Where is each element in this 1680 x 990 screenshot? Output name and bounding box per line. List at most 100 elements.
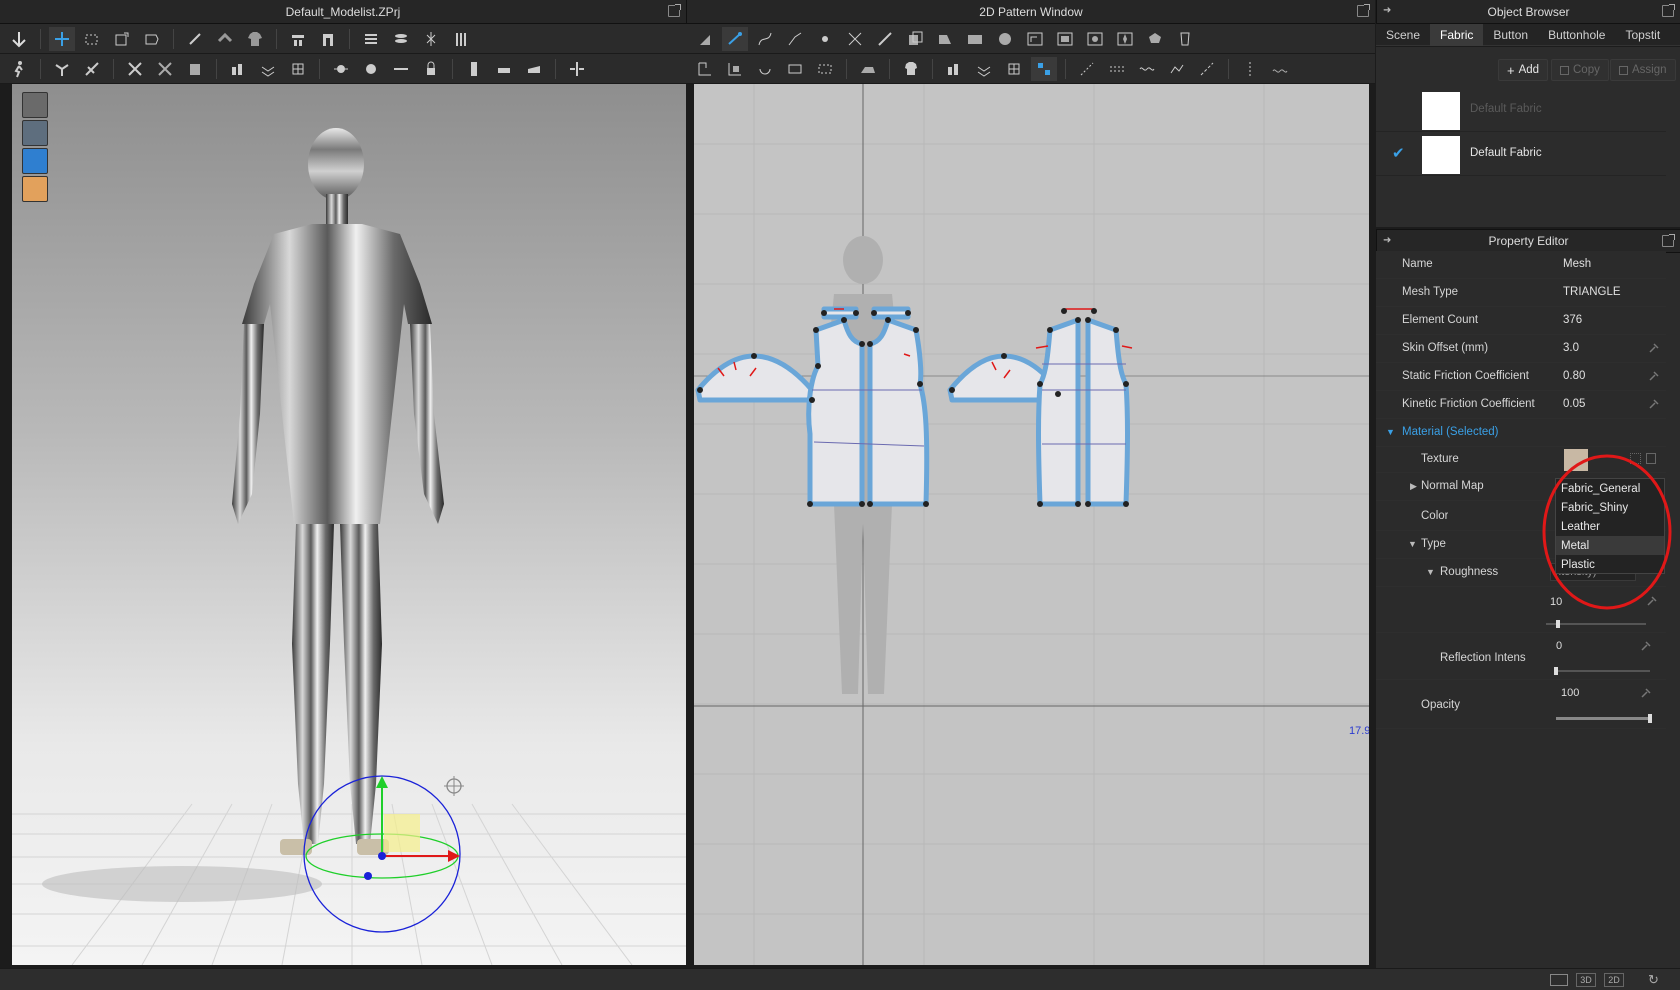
camera-target-icon[interactable] (444, 776, 464, 796)
collapse-arrow-icon[interactable]: ➜ (1383, 235, 1391, 246)
opacity-slider-track[interactable] (1556, 714, 1652, 723)
mesh-icon[interactable] (285, 57, 311, 81)
texture-display-icon[interactable] (22, 148, 48, 174)
topstitch-icon[interactable] (1074, 57, 1100, 81)
line-icon[interactable] (388, 57, 414, 81)
pucker-icon[interactable] (1164, 57, 1190, 81)
internal-rectangle-icon[interactable] (1052, 27, 1078, 51)
zipper-icon[interactable] (448, 27, 474, 51)
property-row-static-friction[interactable]: Static Friction Coefficient 0.80 (1376, 363, 1666, 391)
iron-icon[interactable] (855, 57, 881, 81)
symmetric-icon[interactable] (418, 27, 444, 51)
grid-2d-icon[interactable] (1001, 57, 1027, 81)
tab-topstitch[interactable]: Topstit (1615, 24, 1670, 46)
internal-circle-icon[interactable] (1082, 27, 1108, 51)
dashed-line-icon[interactable] (1104, 57, 1130, 81)
buttonhole-icon[interactable] (358, 57, 384, 81)
pin-icon[interactable] (49, 57, 75, 81)
tab-fabric[interactable]: Fabric (1430, 24, 1484, 46)
shirt-icon[interactable] (242, 27, 268, 51)
seam-allowance-icon[interactable] (1267, 57, 1293, 81)
rectangle-icon[interactable] (962, 27, 988, 51)
transform-icon[interactable] (692, 57, 718, 81)
maximize-icon[interactable] (1662, 234, 1675, 247)
maximize-icon[interactable] (1662, 4, 1675, 17)
tab-buttonhole[interactable]: Buttonhole (1538, 24, 1615, 46)
3d-viewport[interactable] (12, 84, 686, 965)
dropdown-option-plastic[interactable]: Plastic (1556, 555, 1664, 574)
view-3d-button[interactable]: 3D (1576, 973, 1596, 987)
texture-browse-icon[interactable] (1630, 453, 1641, 464)
reflection-slider-thumb[interactable] (1554, 667, 1558, 675)
select-icon[interactable] (692, 27, 718, 51)
diagonal-stitch-icon[interactable] (1194, 57, 1220, 81)
scale-icon[interactable] (109, 27, 135, 51)
pin-icon[interactable] (1648, 342, 1660, 354)
rotate-icon[interactable] (752, 57, 778, 81)
avatar-skin-icon[interactable] (22, 176, 48, 202)
transform-pattern-icon[interactable] (49, 26, 75, 51)
property-row-name[interactable]: Name Mesh (1376, 251, 1666, 279)
unfold-icon[interactable] (182, 57, 208, 81)
dress-form-icon[interactable] (1172, 27, 1198, 51)
arrange-2d-icon[interactable] (722, 57, 748, 81)
property-row-kinetic-friction[interactable]: Kinetic Friction Coefficient 0.05 (1376, 391, 1666, 419)
pin-icon[interactable] (1648, 398, 1660, 410)
dropdown-option-fabric-general[interactable]: Fabric_General (1556, 479, 1664, 498)
select-move-icon[interactable] (6, 27, 32, 51)
tack-icon[interactable] (212, 27, 238, 51)
tab-button[interactable]: Button (1483, 24, 1538, 46)
dart-icon[interactable] (1112, 27, 1138, 51)
curve-point-icon[interactable] (782, 27, 808, 51)
pattern-pieces[interactable] (695, 306, 1130, 507)
circle-icon[interactable] (992, 27, 1018, 51)
needle-icon[interactable] (79, 57, 105, 81)
pattern-select-icon[interactable] (1031, 56, 1057, 81)
property-row-skin-offset[interactable]: Skin Offset (mm) 3.0 (1376, 335, 1666, 363)
reflection-intensity-row[interactable]: Reflection Intens 0 (1376, 634, 1666, 680)
garment-icon[interactable] (898, 57, 924, 81)
copy-fabric-button[interactable]: Copy (1551, 59, 1609, 81)
property-row-texture[interactable]: Texture (1376, 447, 1666, 473)
refresh-icon[interactable]: ↻ (1648, 972, 1659, 988)
fold-line-icon[interactable] (1237, 57, 1263, 81)
reflection-slider-track[interactable] (1554, 667, 1650, 675)
trace-icon[interactable] (1142, 27, 1168, 51)
2d-pattern-viewport[interactable]: 17.9 (694, 84, 1369, 965)
avatar-display-toggle-icon[interactable] (22, 92, 48, 118)
edit-curve-icon[interactable] (752, 27, 778, 51)
pattern-copy-icon[interactable] (902, 27, 928, 51)
dropdown-option-leather[interactable]: Leather (1556, 517, 1664, 536)
measure-icon[interactable] (225, 57, 251, 81)
layer-icon[interactable] (358, 27, 384, 51)
polygon-icon[interactable] (932, 27, 958, 51)
material-section-header[interactable]: ▼ Material (Selected) (1376, 419, 1666, 447)
arrange-icon[interactable] (285, 27, 311, 51)
slash-icon[interactable] (872, 27, 898, 51)
property-row-element-count[interactable]: Element Count 376 (1376, 307, 1666, 335)
add-point-icon[interactable] (812, 27, 838, 51)
pin-icon[interactable] (1646, 595, 1658, 607)
zipper-tool-icon[interactable] (461, 57, 487, 81)
mesh-2d-icon[interactable] (971, 57, 997, 81)
texture-swatch[interactable] (1564, 449, 1588, 471)
cut-icon[interactable] (152, 57, 178, 81)
flat-icon[interactable] (521, 57, 547, 81)
button-tool-icon[interactable] (328, 57, 354, 81)
split-icon[interactable] (564, 57, 590, 81)
pin-icon[interactable] (1648, 370, 1660, 382)
collapse-arrow-icon[interactable]: ➜ (1383, 5, 1391, 16)
dropdown-option-fabric-shiny[interactable]: Fabric_Shiny (1556, 498, 1664, 517)
pin-tool-icon[interactable] (182, 27, 208, 51)
dropdown-option-metal[interactable]: Metal (1556, 536, 1664, 555)
select-box-icon[interactable] (79, 27, 105, 51)
edit-pattern-icon[interactable] (122, 57, 148, 81)
grid-icon[interactable] (255, 57, 281, 81)
layout-single-icon[interactable] (1550, 974, 1568, 986)
maximize-icon[interactable] (1357, 4, 1370, 17)
opacity-row[interactable]: Opacity 100 (1376, 681, 1666, 729)
lock-icon[interactable] (418, 57, 444, 81)
roughness-slider-track[interactable] (1546, 620, 1646, 628)
pin-icon[interactable] (1640, 640, 1652, 652)
segment-sewing-icon[interactable] (941, 57, 967, 81)
